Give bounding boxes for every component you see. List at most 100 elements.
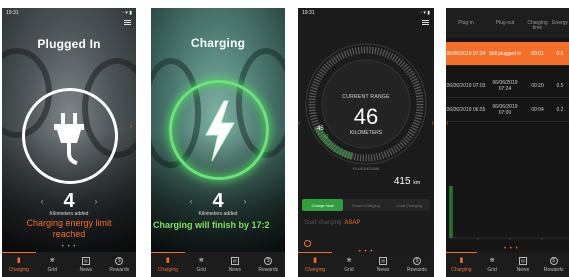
- news-icon: ▤: [230, 256, 239, 265]
- left-arrow-icon[interactable]: ‹: [298, 120, 300, 127]
- status-message-line1: Charging energy limit: [26, 218, 112, 228]
- nav-grid[interactable]: ⋇ Grid: [36, 252, 70, 277]
- nav-charging[interactable]: ▮ Charging: [298, 252, 332, 277]
- tower-icon: ⋇: [49, 256, 56, 264]
- km-counter: ‹ 4 ›: [151, 190, 285, 213]
- status-time: 19:31: [6, 9, 19, 16]
- plug-id: PLUGGED346: [352, 166, 380, 171]
- menu-icon[interactable]: [422, 20, 429, 25]
- column-header: Plug-in: [458, 20, 474, 26]
- charge-mode-tabs: Charge Now Smart Charging Goal Charging: [302, 199, 430, 211]
- nav-news[interactable]: ▤ News: [69, 252, 103, 277]
- nav-label: Grid: [47, 266, 57, 273]
- charging-icon: ▮: [459, 257, 464, 264]
- status-message: Charging energy limit reached: [2, 218, 136, 240]
- km-counter: ‹ 4 ›: [2, 190, 136, 213]
- km-label: Kilometers added: [198, 211, 238, 217]
- km-total: 415 km: [394, 176, 420, 187]
- nav-label: News: [376, 266, 390, 273]
- status-time: 19:31: [302, 9, 315, 16]
- plug-status-ring: [22, 88, 118, 184]
- next-arrow-icon[interactable]: ›: [244, 197, 247, 206]
- screenshot-collage: 19:31 ◦ ▾ ▮ Plugged In ‹ 4 › Kilometers …: [0, 0, 569, 277]
- tab-smart-charging[interactable]: Smart Charging: [345, 199, 386, 211]
- previous-arrow-icon[interactable]: ‹: [41, 197, 44, 206]
- cell-plugout: 06/06/2019 07:24: [492, 79, 518, 92]
- rewards-icon: $: [549, 256, 558, 265]
- nav-grid[interactable]: ⋇ Grid: [477, 252, 508, 277]
- next-arrow-icon[interactable]: ›: [95, 197, 98, 206]
- nav-charging[interactable]: ▮ Charging: [151, 252, 185, 277]
- cell-time: 00:01: [531, 50, 544, 57]
- column-header: Plug-out: [495, 20, 515, 26]
- column-header: Energy: [552, 20, 568, 26]
- nav-label: Grid: [344, 266, 354, 273]
- start-charging-label: Start charging:: [304, 220, 344, 226]
- tab-charge-now[interactable]: Charge Now: [302, 199, 344, 211]
- nav-grid[interactable]: ⋇ Grid: [332, 252, 366, 277]
- rewards-icon: $: [264, 256, 273, 265]
- rewards-icon: $: [413, 256, 421, 265]
- nav-label: Rewards: [258, 266, 279, 273]
- menu-icon[interactable]: [124, 20, 131, 25]
- nav-rewards[interactable]: $ Rewards: [400, 252, 434, 277]
- nav-rewards[interactable]: $ Rewards: [538, 252, 569, 277]
- nav-news[interactable]: ▤ News: [508, 252, 539, 277]
- nav-label: Grid: [196, 266, 206, 273]
- screen-range: 19:31 ◦ ▾ ▮ CURRENT RANGE 46 KILOMETERS …: [298, 8, 434, 277]
- right-arrow-icon[interactable]: ›: [432, 120, 434, 127]
- nav-rewards[interactable]: $ Rewards: [252, 252, 286, 277]
- page-title: Charging: [190, 36, 246, 50]
- km-total-value: 415: [393, 176, 411, 187]
- nav-label: Charging: [8, 267, 29, 273]
- tab-goal-charging[interactable]: Goal Charging: [389, 199, 430, 211]
- cell-energy: 0.2: [556, 106, 564, 113]
- charging-icon: ▮: [165, 257, 170, 264]
- cell-plugout: 06/06/2019 07:00: [492, 103, 518, 116]
- cell-plugout: Still plugged in: [488, 50, 522, 57]
- tower-icon: ⋇: [198, 256, 205, 264]
- nav-label: Rewards: [543, 266, 564, 273]
- previous-arrow-icon[interactable]: ‹: [190, 197, 193, 206]
- nav-label: Charging: [304, 267, 326, 273]
- start-charging-line: Start charging: ASAP: [304, 220, 360, 226]
- cell-energy: 0.5: [556, 82, 564, 89]
- bottom-nav: ▮ Charging ⋇ Grid ▤ News $ Rewards: [151, 252, 285, 277]
- side-arrow-icon[interactable]: ›: [130, 123, 132, 130]
- table-row[interactable]: 06/06/2019 07:24 Still plugged in 00:01 …: [446, 42, 569, 66]
- nav-news[interactable]: ▤ News: [218, 252, 252, 277]
- bottom-nav: ▮ Charging ⋇ Grid ▤ News $ Rewards: [446, 252, 569, 277]
- table-header: Plug-in Plug-out Charging time Energy: [446, 8, 569, 38]
- screen-history: Plug-in Plug-out Charging time Energy 06…: [446, 8, 569, 277]
- start-charging-value[interactable]: ASAP: [344, 220, 360, 226]
- nav-rewards[interactable]: $ Rewards: [103, 252, 137, 277]
- energy-chart: [448, 182, 569, 242]
- cell-time: 00:20: [531, 82, 544, 89]
- bottom-nav: ▮ Charging ⋇ Grid ▤ News $ Rewards: [298, 252, 434, 277]
- news-icon: ▤: [81, 256, 90, 265]
- charging-icon: ▮: [16, 257, 21, 264]
- plug-icon: [54, 113, 84, 165]
- nav-label: Rewards: [407, 266, 427, 273]
- nav-grid[interactable]: ⋇ Grid: [185, 252, 219, 277]
- nav-label: Rewards: [109, 266, 130, 273]
- charging-icon: ▮: [313, 257, 317, 264]
- screen-charging: Charging ‹ 4 › Kilometers added Charging…: [151, 8, 285, 277]
- timer-icon: [304, 240, 311, 247]
- nav-news[interactable]: ▤ News: [366, 252, 400, 277]
- news-icon: ▤: [518, 256, 527, 265]
- cell-plugin: 06/06/2019 07:03: [446, 82, 486, 89]
- nav-label: News: [228, 266, 241, 273]
- nav-charging[interactable]: ▮ Charging: [2, 252, 36, 277]
- table-row[interactable]: 06/06/2019 07:03 06/06/2019 07:24 00:20 …: [446, 74, 569, 98]
- cell-plugin: 06/06/2019 07:24: [446, 50, 486, 57]
- nav-charging[interactable]: ▮ Charging: [446, 252, 477, 277]
- page-dots: • • •: [61, 244, 77, 250]
- range-label: CURRENT RANGE: [342, 94, 390, 100]
- table-row[interactable]: 06/06/2019 06:55 06/06/2019 07:00 00:04 …: [446, 98, 569, 122]
- nav-label: Grid: [487, 266, 497, 273]
- tower-icon: ⋇: [346, 256, 352, 264]
- page-title: Plugged In: [37, 37, 101, 51]
- left-arrow-icon[interactable]: ‹: [446, 120, 448, 127]
- cell-plugin: 06/06/2019 06:55: [446, 106, 486, 113]
